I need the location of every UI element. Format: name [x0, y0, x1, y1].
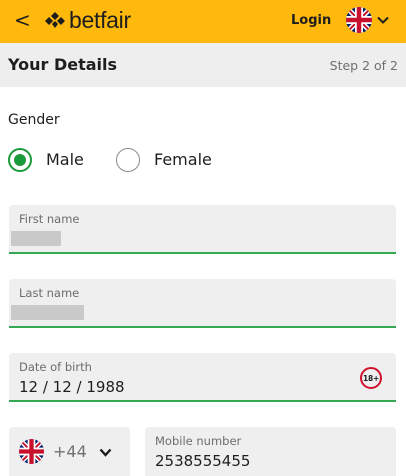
page-title: Your Details — [8, 55, 118, 74]
mobile-number-field[interactable]: Mobile number 2538555455 — [145, 427, 396, 476]
date-of-birth-value: 12 / 12 / 1988 — [19, 378, 125, 396]
brand-name: betfair — [69, 7, 131, 33]
phone-country-code-select[interactable]: +44 — [9, 427, 130, 476]
chevron-down-icon — [99, 448, 112, 457]
age-18-plus-badge-icon: 18+ — [360, 367, 382, 389]
gender-label: Gender — [8, 112, 60, 128]
gender-female-label[interactable]: Female — [154, 150, 212, 170]
first-name-label: First name — [19, 212, 80, 226]
gender-female-radio[interactable] — [116, 148, 140, 172]
mobile-number-label: Mobile number — [155, 434, 242, 448]
date-of-birth-label: Date of birth — [19, 360, 92, 374]
login-link[interactable]: Login — [291, 12, 331, 30]
uk-flag-icon — [346, 7, 372, 33]
gender-male-radio[interactable] — [8, 148, 32, 172]
step-indicator: Step 2 of 2 — [329, 58, 398, 73]
uk-flag-icon — [19, 439, 44, 464]
last-name-redacted-value — [11, 305, 84, 320]
betfair-star-icon — [45, 12, 65, 28]
top-bar: < betfair Login — [0, 0, 406, 43]
phone-country-code-value: +44 — [53, 442, 87, 461]
first-name-field[interactable]: First name — [9, 205, 396, 254]
section-header: Your Details Step 2 of 2 — [0, 43, 406, 87]
back-arrow-icon[interactable]: < — [14, 9, 31, 31]
last-name-label: Last name — [19, 286, 80, 300]
chevron-down-icon — [377, 16, 389, 24]
date-of-birth-field[interactable]: Date of birth 12 / 12 / 1988 18+ — [9, 353, 396, 402]
mobile-number-value: 2538555455 — [155, 452, 251, 470]
gender-male-label[interactable]: Male — [46, 150, 84, 170]
first-name-redacted-value — [11, 231, 61, 246]
language-selector[interactable] — [346, 7, 389, 33]
betfair-logo[interactable]: betfair — [44, 7, 131, 33]
last-name-field[interactable]: Last name — [9, 279, 396, 328]
